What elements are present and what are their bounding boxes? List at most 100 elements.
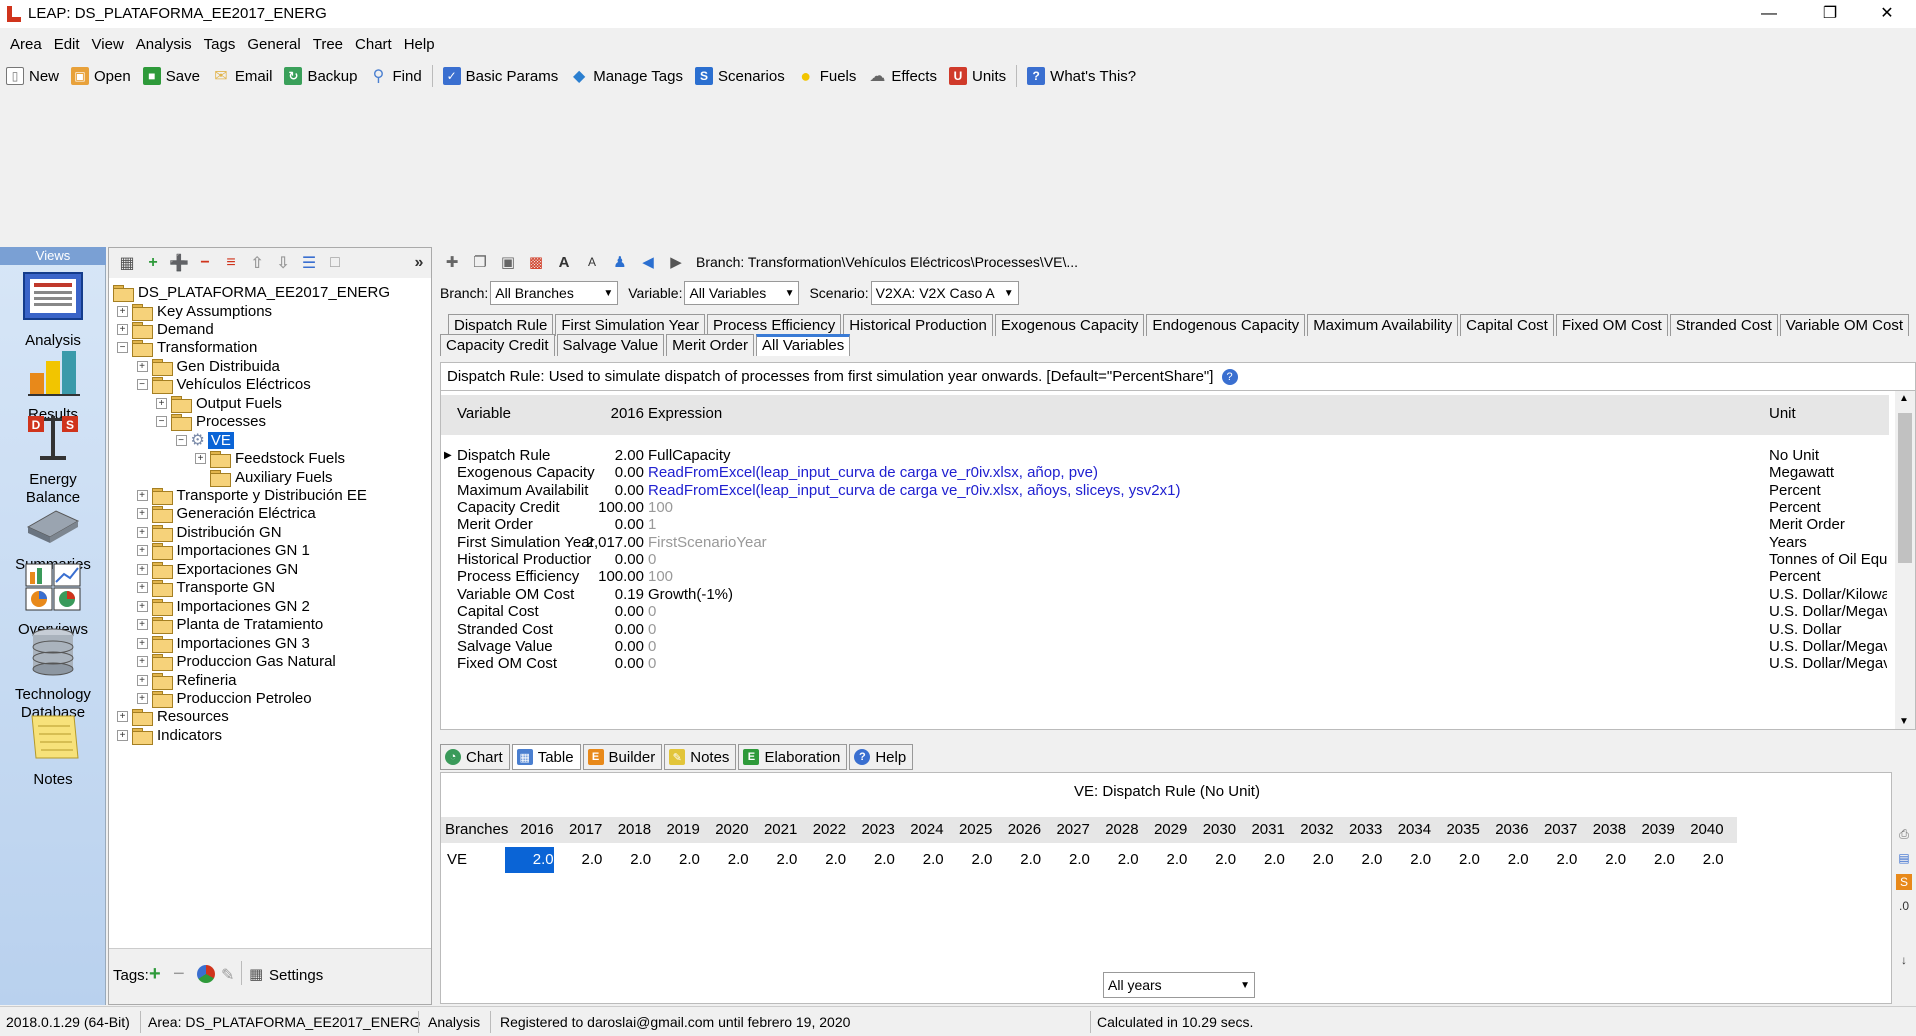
grid-row-fixed-om-cost[interactable]: Fixed OM Cost 0.00 0 U.S. Dollar/Megav — [441, 653, 1889, 674]
variable-dropdown[interactable]: All Variables ▼ — [684, 281, 800, 305]
expand-icon[interactable]: + — [136, 674, 148, 686]
move-down-icon[interactable]: ⇩ — [271, 252, 295, 274]
table-cell[interactable]: 2.0 — [1675, 847, 1724, 873]
expand-icon[interactable]: + — [136, 656, 148, 668]
table-cell[interactable]: 2.0 — [554, 847, 602, 873]
tab-merit-order[interactable]: Merit Order — [666, 334, 755, 356]
table-cell[interactable]: 2.0 — [1431, 847, 1480, 873]
menu-chart[interactable]: Chart — [349, 32, 398, 58]
expand-icon[interactable]: + — [136, 637, 148, 649]
collapse-icon[interactable]: − — [156, 416, 167, 428]
toolbar-find-button[interactable]: ⚲ Find — [363, 62, 427, 90]
toolbar-units-button[interactable]: U Units — [943, 62, 1012, 90]
remove-tag-icon[interactable]: − — [173, 963, 185, 986]
paste-icon[interactable]: ▣ — [496, 251, 520, 273]
view-technology-database[interactable]: Technology Database — [0, 627, 106, 722]
tab-builder[interactable]: E Builder — [582, 744, 663, 770]
expand-icon[interactable]: + — [136, 526, 148, 538]
expand-icon[interactable]: + — [117, 711, 128, 723]
move-up-icon[interactable]: ⇧ — [245, 252, 269, 274]
tab-chart[interactable]: ◔ Chart — [440, 744, 510, 770]
import-icon[interactable]: ▩ — [524, 251, 548, 273]
maximize-button[interactable]: ❐ — [1807, 0, 1853, 28]
tab-all-variables[interactable]: All Variables — [756, 334, 851, 356]
menu-analysis[interactable]: Analysis — [130, 32, 198, 58]
tree-folder-icon[interactable]: □ — [323, 252, 347, 274]
tab-stranded-cost[interactable]: Stranded Cost — [1669, 314, 1778, 336]
menu-area[interactable]: Area — [0, 32, 48, 58]
table-cell[interactable]: 2.0 — [1188, 847, 1236, 873]
toolbar-new-button[interactable]: ▯ New — [0, 62, 65, 90]
grid-scrollbar[interactable]: ▲ ▼ — [1895, 391, 1915, 729]
menu-view[interactable]: View — [86, 32, 130, 58]
table-cell[interactable]: 2.0 — [1334, 847, 1382, 873]
expand-icon[interactable]: + — [136, 582, 148, 594]
table-cell[interactable]: 2.0 — [1383, 847, 1431, 873]
scroll-up-icon[interactable]: ▲ — [1899, 393, 1909, 404]
tab-capital-cost[interactable]: Capital Cost — [1460, 314, 1554, 336]
tab-exogenous-capacity[interactable]: Exogenous Capacity — [994, 314, 1145, 336]
table-cell[interactable]: 2.0 — [895, 847, 944, 873]
users-icon[interactable]: ♟ — [608, 251, 632, 273]
view-analysis[interactable]: Analysis — [0, 269, 106, 350]
menu-edit[interactable]: Edit — [48, 32, 86, 58]
menu-help[interactable]: Help — [398, 32, 441, 58]
tab-fixed-om-cost[interactable]: Fixed OM Cost — [1555, 314, 1668, 336]
toolbar-basic-params-button[interactable]: ✓ Basic Params — [437, 62, 565, 90]
table-cell[interactable]: 2.0 — [749, 847, 797, 873]
years-dropdown[interactable]: All years ▼ — [1103, 972, 1255, 998]
delete-all-icon[interactable]: ≡ — [219, 252, 243, 274]
table-cell[interactable]: 2.0 — [1578, 847, 1626, 873]
print-icon[interactable]: ⎙ — [1896, 826, 1912, 842]
export-icon[interactable]: ▤ — [1896, 850, 1912, 866]
back-arrow-icon[interactable]: ◀ — [636, 251, 660, 273]
table-cell[interactable]: 2.0 — [1090, 847, 1139, 873]
table-cell[interactable]: 2.0 — [1285, 847, 1334, 873]
table-cell[interactable]: 2.0 — [846, 847, 895, 873]
table-cell[interactable]: 2.0 — [1041, 847, 1090, 873]
tab-first-simulation-year[interactable]: First Simulation Year — [555, 314, 705, 336]
add-multiple-icon[interactable]: ➕ — [167, 252, 191, 274]
toolbar-open-button[interactable]: ▣ Open — [65, 62, 137, 90]
table-cell[interactable]: 2.0 — [505, 847, 554, 873]
tab-process-efficiency[interactable]: Process Efficiency — [706, 314, 842, 336]
decimals-icon[interactable]: .0 — [1896, 898, 1912, 914]
tree-outline-icon[interactable]: ☰ — [297, 252, 321, 274]
collapse-icon[interactable]: − — [136, 379, 148, 391]
expand-icon[interactable]: + — [136, 563, 148, 575]
table-cell[interactable]: 2.0 — [1626, 847, 1675, 873]
table-cell[interactable]: 2.0 — [1139, 847, 1187, 873]
toolbar-email-button[interactable]: ✉ Email — [206, 62, 279, 90]
expand-icon[interactable]: ↓ — [1896, 952, 1912, 968]
expand-icon[interactable]: + — [136, 508, 148, 520]
expand-icon[interactable]: + — [117, 305, 128, 317]
toolbar-what-s-this-button[interactable]: ? What's This? — [1021, 62, 1142, 90]
expand-icon[interactable]: + — [136, 600, 148, 612]
table-cell[interactable]: 2.0 — [1529, 847, 1577, 873]
expand-icon[interactable]: + — [136, 692, 148, 704]
tab-historical-production[interactable]: Historical Production — [843, 314, 993, 336]
font-increase-icon[interactable]: A — [552, 251, 576, 273]
tree-node-indicators[interactable]: + Indicators — [117, 724, 222, 746]
menu-general[interactable]: General — [241, 32, 306, 58]
expand-icon[interactable]: + — [117, 729, 128, 741]
toolbar-scenarios-button[interactable]: S Scenarios — [689, 62, 791, 90]
tag-colors-icon[interactable] — [197, 965, 215, 983]
variable-expression[interactable]: 0 — [648, 653, 656, 674]
tab-capacity-credit[interactable]: Capacity Credit — [440, 334, 555, 356]
table-cell[interactable]: 2.0 — [1236, 847, 1285, 873]
close-button[interactable]: ✕ — [1864, 0, 1910, 28]
table-cell[interactable]: 2.0 — [798, 847, 846, 873]
forward-arrow-icon[interactable]: ▶ — [664, 251, 688, 273]
table-cell[interactable]: 2.0 — [651, 847, 700, 873]
scroll-down-icon[interactable]: ▼ — [1899, 716, 1909, 727]
scroll-thumb[interactable] — [1898, 413, 1912, 563]
branch-dropdown[interactable]: All Branches ▼ — [490, 281, 619, 305]
table-cell[interactable]: 2.0 — [700, 847, 749, 873]
add-tag-icon[interactable]: + — [149, 963, 161, 986]
scenario-icon[interactable]: S — [1896, 874, 1912, 890]
tab-dispatch-rule[interactable]: Dispatch Rule — [448, 314, 554, 336]
toolbar-fuels-button[interactable]: ● Fuels — [791, 62, 863, 90]
tree-properties-icon[interactable]: ▦ — [115, 252, 139, 274]
minimize-button[interactable]: — — [1746, 0, 1792, 28]
